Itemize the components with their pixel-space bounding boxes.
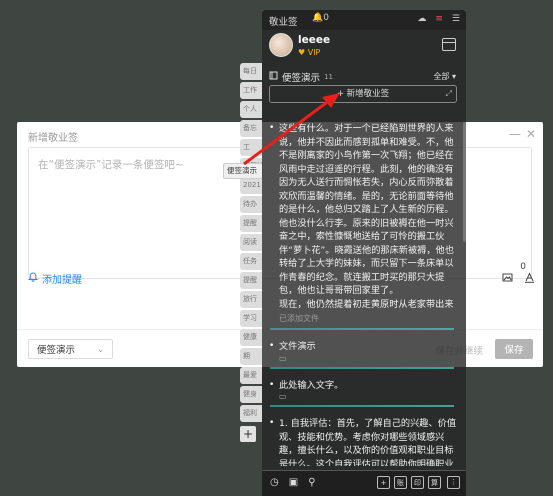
category-tab[interactable]: 期 (240, 348, 262, 365)
category-tab[interactable]: 提醒 (240, 215, 262, 232)
category-tab[interactable]: 旅行 (240, 291, 262, 308)
image-icon[interactable] (501, 271, 513, 283)
category-tabs: 每日 工作 个人 备忘 工 便签演示 2021 待办 提醒 阅读 任务 提醒 旅… (240, 63, 262, 424)
calendar-icon[interactable] (442, 38, 456, 51)
username: leeee (298, 34, 331, 46)
panel-titlebar: 敬业签 🔔0 ☁ ≡ ☰ (262, 10, 466, 30)
category-tab[interactable]: 任务 (240, 253, 262, 270)
calculator-button[interactable]: 算 (428, 476, 441, 489)
add-category-button[interactable]: + (240, 426, 256, 442)
attachment-icon: ▭ (279, 353, 287, 363)
editor-placeholder: 在“便签演示”记录一条便签吧~ (38, 159, 184, 171)
note-item[interactable]: • 这些有什么。对于一个已经陷到世界的人来说，他并不因此而感到孤单和难受。不，他不… (262, 120, 466, 338)
category-tab[interactable]: 学习 (240, 310, 262, 327)
cloud-icon[interactable]: ☁ (417, 14, 426, 24)
category-tab[interactable]: 2021 (240, 177, 262, 194)
note-panel: 敬业签 🔔0 ☁ ≡ ☰ leeee ♥ VIP 便签演示 11 全部 ▾ + … (262, 10, 466, 496)
category-tab[interactable]: 个人 (240, 101, 262, 118)
bell-count: 0 (323, 13, 329, 23)
add-icon[interactable]: + (377, 476, 390, 489)
print-button[interactable]: 印 (411, 476, 424, 489)
group-select-value: 便签演示 (37, 345, 76, 356)
note-divider (270, 366, 454, 369)
new-note-button[interactable]: + 新增敬业签 ⤢ (269, 85, 457, 103)
add-reminder-button[interactable]: 添加提醒 (27, 271, 82, 286)
bell-icon (27, 272, 39, 285)
category-tab[interactable]: 备忘 (240, 120, 262, 137)
message-icon[interactable]: ≡ (435, 14, 443, 24)
archive-icon[interactable]: ▣ (289, 477, 298, 488)
new-note-label: 新增敬业签 (346, 89, 390, 99)
filter-label: 全部 (433, 72, 450, 81)
more-icon[interactable]: ⋮ (447, 476, 460, 489)
note-text: 1. 自我评估：首先，了解自己的兴趣、价值观、技能和优势。考虑你对哪些领域感兴趣… (279, 418, 457, 466)
section-count: 11 (324, 73, 333, 81)
clock-icon[interactable]: ◷ (270, 477, 279, 488)
note-item[interactable]: • 1. 自我评估：首先，了解自己的兴趣、价值观、技能和优势。考虑你对哪些领域感兴… (262, 415, 466, 466)
menu-icon[interactable]: ☰ (452, 14, 460, 24)
ledger-button[interactable]: 账 (394, 476, 407, 489)
app-title: 敬业签 (269, 17, 298, 28)
close-icon[interactable]: ✕ (526, 127, 536, 141)
note-text: 这些有什么。对于一个已经陷到世界的人来说，他并不因此而感到孤单和难受。不，他不是… (279, 123, 454, 310)
category-tab[interactable]: 提醒 (240, 272, 262, 289)
floating-group-tag: 便签演示 (223, 163, 263, 179)
note-text: 文件演示 (279, 341, 316, 352)
expand-icon[interactable]: ⤢ (446, 86, 452, 102)
note-book-icon (269, 71, 278, 83)
panel-toolbar: ◷ ▣ ⚲ + 账 印 算 ⋮ (262, 470, 466, 496)
note-divider (270, 328, 454, 330)
chevron-down-icon: ⌄ (97, 344, 104, 354)
note-meta: 已添加文件 (279, 314, 319, 323)
group-select[interactable]: 便签演示 ⌄ (28, 339, 113, 359)
category-tab[interactable]: 待办 (240, 196, 262, 213)
section-title: 便签演示 (282, 73, 321, 84)
text-format-icon[interactable] (523, 271, 535, 283)
category-tab[interactable]: 阅读 (240, 234, 262, 251)
vip-label: VIP (307, 48, 321, 57)
note-text: 此处输入文字。 (279, 379, 344, 391)
note-list: • 这些有什么。对于一个已经陷到世界的人来说，他并不因此而感到孤单和难受。不，他不… (262, 120, 466, 466)
avatar[interactable] (269, 33, 293, 57)
note-item[interactable]: • 此处输入文字。 ▭ (262, 377, 466, 416)
category-tab[interactable]: 健康 (240, 329, 262, 346)
minimize-icon[interactable]: — (509, 127, 521, 141)
dialog-title: 新增敬业签 (28, 133, 78, 144)
category-tab[interactable]: 健身 (240, 386, 262, 403)
filter-dropdown[interactable]: 全部 ▾ (433, 71, 456, 82)
category-tab[interactable]: 最爱 (240, 367, 262, 384)
save-button[interactable]: 保存 (495, 339, 533, 359)
category-tab[interactable]: 福利 (240, 405, 262, 422)
category-tab[interactable]: 工作 (240, 82, 262, 99)
note-item[interactable]: • 文件演示 ▭ (262, 338, 466, 377)
search-icon[interactable]: ⚲ (308, 477, 315, 488)
category-tab[interactable]: 每日 (240, 63, 262, 80)
plus-icon: + (336, 89, 344, 99)
section-header: 便签演示 11 (269, 70, 333, 84)
note-divider (270, 405, 454, 407)
add-reminder-label: 添加提醒 (42, 275, 82, 286)
attachment-icon: ▭ (279, 392, 287, 401)
notification-bell[interactable]: 🔔0 (312, 13, 329, 23)
category-tab[interactable]: 工 (240, 139, 262, 156)
vip-badge: ♥ VIP (298, 48, 321, 57)
